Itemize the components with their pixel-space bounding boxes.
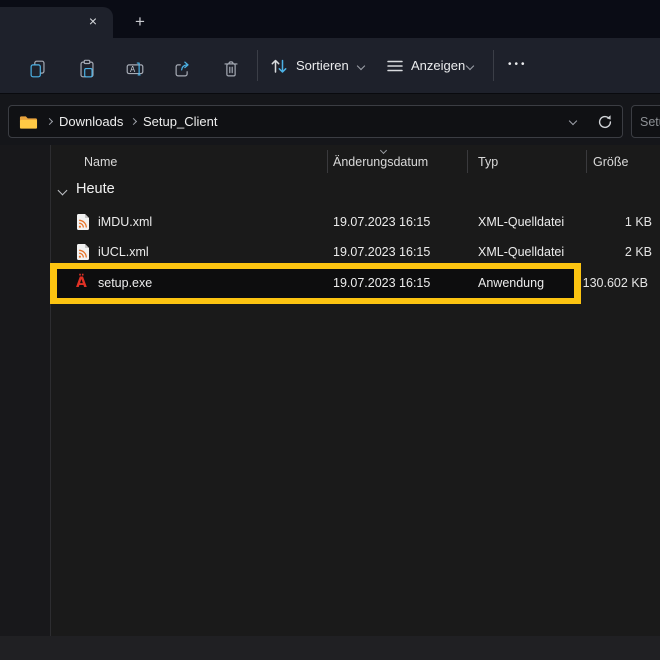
file-name: iMDU.xml bbox=[98, 207, 152, 237]
installer-icon: Ä bbox=[76, 275, 87, 292]
view-label: Anzeigen bbox=[411, 38, 465, 93]
xml-file-icon bbox=[76, 244, 90, 260]
status-bar bbox=[0, 636, 660, 660]
column-header-type[interactable]: Typ bbox=[478, 155, 498, 169]
new-tab-button[interactable]: + bbox=[129, 11, 151, 33]
group-collapse-chevron-icon[interactable] bbox=[58, 186, 68, 196]
more-options-button[interactable]: ••• bbox=[508, 38, 528, 93]
column-resize-handle[interactable] bbox=[586, 150, 587, 173]
group-label: Heute bbox=[76, 181, 115, 197]
breadcrumb-chevron-icon bbox=[46, 118, 53, 125]
column-header-name[interactable]: Name bbox=[84, 155, 117, 169]
copy-button[interactable] bbox=[23, 54, 53, 84]
chevron-down-icon bbox=[466, 62, 474, 70]
address-zone: Downloads Setup_Client bbox=[0, 93, 660, 145]
copy-icon bbox=[27, 58, 49, 80]
share-icon bbox=[172, 58, 194, 80]
delete-button[interactable] bbox=[216, 54, 246, 84]
view-list-icon bbox=[386, 57, 404, 75]
file-modified: 19.07.2023 16:15 bbox=[333, 269, 430, 298]
address-dropdown-icon[interactable] bbox=[569, 117, 577, 125]
tab-bar: × + bbox=[0, 0, 660, 38]
column-resize-handle[interactable] bbox=[327, 150, 328, 173]
file-size: 130.602 KB bbox=[448, 269, 648, 298]
folder-icon[interactable] bbox=[19, 115, 38, 130]
chevron-down-icon bbox=[357, 62, 365, 70]
file-modified: 19.07.2023 16:15 bbox=[333, 207, 430, 237]
breadcrumb-chevron-icon bbox=[130, 118, 137, 125]
paste-button[interactable] bbox=[72, 54, 102, 84]
file-size: 1 KB bbox=[500, 207, 652, 237]
navigation-pane bbox=[0, 145, 51, 636]
rename-icon: A bbox=[124, 58, 146, 80]
sort-arrows-icon bbox=[268, 55, 290, 77]
file-name: setup.exe bbox=[98, 269, 152, 298]
column-header-size[interactable]: Größe bbox=[593, 155, 628, 169]
explorer-tab[interactable]: × bbox=[0, 7, 113, 38]
tab-close-icon[interactable]: × bbox=[83, 12, 103, 32]
search-box[interactable] bbox=[631, 105, 660, 138]
svg-text:A: A bbox=[130, 65, 136, 74]
file-row-imdu-xml[interactable]: iMDU.xml 19.07.2023 16:15 XML-Quelldatei… bbox=[52, 207, 660, 237]
sort-indicator-icon bbox=[380, 147, 387, 154]
paste-icon bbox=[76, 58, 98, 80]
toolbar-divider bbox=[493, 50, 494, 81]
share-button[interactable] bbox=[168, 54, 198, 84]
breadcrumb-setup-client[interactable]: Setup_Client bbox=[143, 106, 217, 137]
file-explorer-window: × + bbox=[0, 0, 660, 660]
xml-file-icon bbox=[76, 214, 90, 230]
rename-button[interactable]: A bbox=[120, 54, 150, 84]
file-list-pane: Name Änderungsdatum Typ Größe Heute bbox=[0, 145, 660, 636]
refresh-icon[interactable] bbox=[597, 114, 613, 130]
search-input[interactable] bbox=[632, 106, 660, 137]
column-header-modified[interactable]: Änderungsdatum bbox=[333, 155, 428, 169]
trash-icon bbox=[220, 58, 242, 80]
command-toolbar: A bbox=[0, 38, 660, 93]
column-resize-handle[interactable] bbox=[467, 150, 468, 173]
toolbar-divider bbox=[257, 50, 258, 81]
sort-label: Sortieren bbox=[296, 38, 349, 93]
address-bar[interactable]: Downloads Setup_Client bbox=[8, 105, 623, 138]
group-header-heute[interactable]: Heute bbox=[52, 178, 660, 206]
breadcrumb-downloads[interactable]: Downloads bbox=[59, 106, 123, 137]
